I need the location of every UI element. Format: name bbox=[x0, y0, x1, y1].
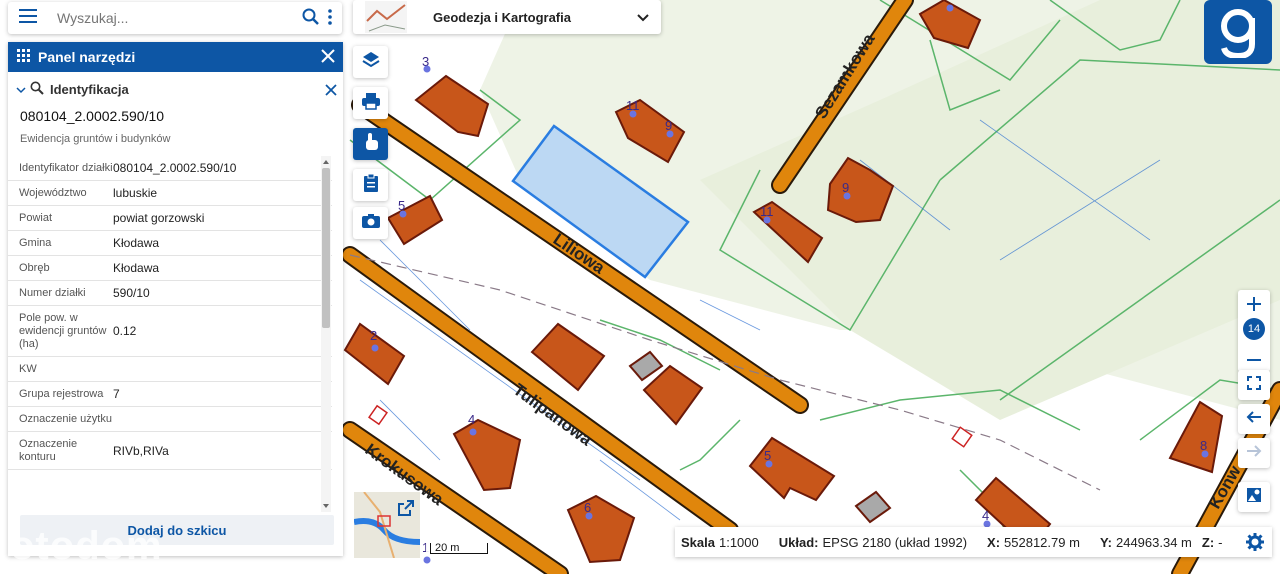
attribute-value: lubuskie bbox=[113, 186, 158, 200]
attribute-value: 590/10 bbox=[113, 286, 150, 300]
tool-panel: Panel narzędzi Identyfikacja 080104_2.00… bbox=[8, 42, 343, 556]
attribute-value bbox=[113, 357, 332, 381]
attribute-row: Województwo lubuskie bbox=[8, 181, 332, 206]
search-icon bbox=[30, 81, 44, 98]
attribute-label: Obręb bbox=[19, 262, 50, 274]
attribute-label: Identyfikator działki bbox=[19, 162, 113, 174]
search-input[interactable] bbox=[55, 9, 279, 27]
map-tools-button[interactable] bbox=[1238, 482, 1270, 512]
close-section-icon[interactable] bbox=[325, 84, 337, 99]
attribute-label: Oznaczenie konturu bbox=[19, 438, 78, 463]
attribute-scrollbar[interactable] bbox=[321, 156, 331, 512]
overview-minimap[interactable] bbox=[353, 491, 421, 559]
gear-icon[interactable] bbox=[1246, 533, 1264, 554]
house-number: 2 bbox=[370, 328, 377, 343]
screenshot-button[interactable] bbox=[353, 207, 388, 239]
scale-bar-label: 20 m bbox=[435, 542, 460, 554]
hamburger-menu-icon[interactable] bbox=[19, 8, 39, 28]
previous-view-button[interactable] bbox=[1238, 404, 1270, 434]
close-icon[interactable] bbox=[321, 49, 335, 66]
zoom-in-icon[interactable] bbox=[1247, 297, 1261, 316]
print-button[interactable] bbox=[353, 87, 388, 119]
attribute-value: Kłodawa bbox=[113, 236, 160, 250]
zoom-level: 14 bbox=[1243, 318, 1265, 340]
expand-icon[interactable] bbox=[398, 500, 414, 521]
identification-section-header[interactable]: Identyfikacja bbox=[8, 72, 343, 106]
attribute-label: Województwo bbox=[19, 187, 87, 199]
fullscreen-button[interactable] bbox=[1238, 370, 1270, 400]
attribute-label: Gmina bbox=[19, 237, 52, 249]
camera-icon bbox=[361, 213, 381, 234]
hand-pointer-icon bbox=[362, 132, 380, 157]
clipboard-icon bbox=[363, 173, 379, 198]
scale-label: Skala bbox=[681, 534, 715, 550]
search-icon[interactable] bbox=[302, 8, 320, 31]
attribute-value: 080104_2.0002.590/10 bbox=[113, 161, 237, 175]
printer-icon bbox=[361, 92, 381, 115]
y-value: 244963.34 m bbox=[1115, 534, 1192, 550]
section-title: Identyfikacja bbox=[50, 81, 129, 97]
attribute-label: Pole pow. w ewidencji gruntów (ha) bbox=[19, 312, 107, 350]
attribute-value bbox=[113, 407, 332, 431]
z-label: Z: bbox=[1201, 534, 1215, 550]
scale-value[interactable]: 1:1000 bbox=[719, 535, 759, 550]
scrollbar-thumb[interactable] bbox=[322, 168, 330, 328]
attribute-row: Powiat powiat gorzowski bbox=[8, 206, 332, 231]
chevron-down-icon[interactable] bbox=[637, 10, 649, 28]
attribute-row: Grupa rejestrowa 7 bbox=[8, 382, 332, 407]
attribute-label: Numer działki bbox=[19, 287, 86, 299]
tool-panel-header: Panel narzędzi bbox=[8, 42, 343, 72]
zoom-out-icon[interactable] bbox=[1247, 350, 1261, 368]
zoom-control: 14 bbox=[1238, 290, 1270, 372]
register-name: Ewidencja gruntów i budynków bbox=[20, 133, 171, 145]
layers-button[interactable] bbox=[353, 46, 388, 78]
attribute-row: Pole pow. w ewidencji gruntów (ha) 0.12 bbox=[8, 306, 332, 357]
y-label: Y: bbox=[1099, 534, 1112, 550]
attribute-row: Gmina Kłodawa bbox=[8, 231, 332, 256]
layers-icon bbox=[361, 51, 380, 74]
layer-thumbnail bbox=[365, 1, 407, 33]
attribute-value: RIVb,RIVa bbox=[113, 443, 169, 458]
map-marker-icon bbox=[1246, 487, 1262, 508]
scale-bar: 20 m bbox=[426, 541, 488, 555]
grid-icon bbox=[17, 48, 31, 66]
attribute-value: 7 bbox=[113, 387, 120, 401]
search-bar bbox=[8, 2, 342, 34]
tool-panel-title: Panel narzędzi bbox=[38, 49, 136, 65]
more-options-icon[interactable] bbox=[328, 9, 332, 30]
status-bar: Skala 1:1000 Układ: EPSG 2180 (układ 1992)… bbox=[675, 527, 1272, 557]
identify-button[interactable] bbox=[353, 128, 388, 160]
system-value[interactable]: EPSG 2180 (układ 1992) bbox=[822, 535, 967, 550]
attribute-row: Numer działki 590/10 bbox=[8, 281, 332, 306]
attribute-value: 0.12 bbox=[113, 324, 137, 338]
chevron-down-icon[interactable] bbox=[16, 82, 26, 97]
x-label: X: bbox=[987, 534, 1001, 550]
next-view-button[interactable] bbox=[1238, 438, 1270, 468]
geoportal-logo[interactable] bbox=[1204, 0, 1272, 64]
attribute-row: Obręb Kłodawa bbox=[8, 256, 332, 281]
attribute-row: Oznaczenie konturu RIVb,RIVa bbox=[8, 432, 332, 470]
layer-selector[interactable]: Geodezja i Kartografia bbox=[353, 0, 661, 34]
attribute-label: Powiat bbox=[19, 212, 53, 224]
clipboard-button[interactable] bbox=[353, 169, 388, 201]
attribute-label: KW bbox=[19, 363, 37, 375]
attribute-label: Grupa rejestrowa bbox=[19, 388, 104, 400]
arrow-right-icon bbox=[1246, 444, 1262, 463]
arrow-left-icon bbox=[1246, 410, 1262, 429]
watermark: otodom bbox=[10, 524, 163, 568]
attribute-row: Identyfikator działki 080104_2.0002.590/1… bbox=[8, 156, 332, 181]
parcel-id: 080104_2.0002.590/10 bbox=[20, 108, 165, 124]
layer-name: Geodezja i Kartografia bbox=[433, 9, 571, 25]
house-number: 4 bbox=[468, 412, 475, 427]
attribute-value: powiat gorzowski bbox=[113, 211, 205, 225]
z-value: - bbox=[1218, 534, 1223, 550]
attribute-table[interactable]: Identyfikator działki 080104_2.0002.590/1… bbox=[8, 156, 332, 512]
attribute-label: Oznaczenie użytku bbox=[19, 413, 112, 425]
attribute-row: Oznaczenie użytku bbox=[8, 407, 332, 432]
attribute-value: Kłodawa bbox=[113, 261, 160, 275]
fullscreen-icon bbox=[1247, 375, 1261, 395]
x-value: 552812.79 m bbox=[1004, 534, 1080, 550]
system-label: Układ: bbox=[778, 534, 819, 550]
attribute-row: KW bbox=[8, 357, 332, 382]
